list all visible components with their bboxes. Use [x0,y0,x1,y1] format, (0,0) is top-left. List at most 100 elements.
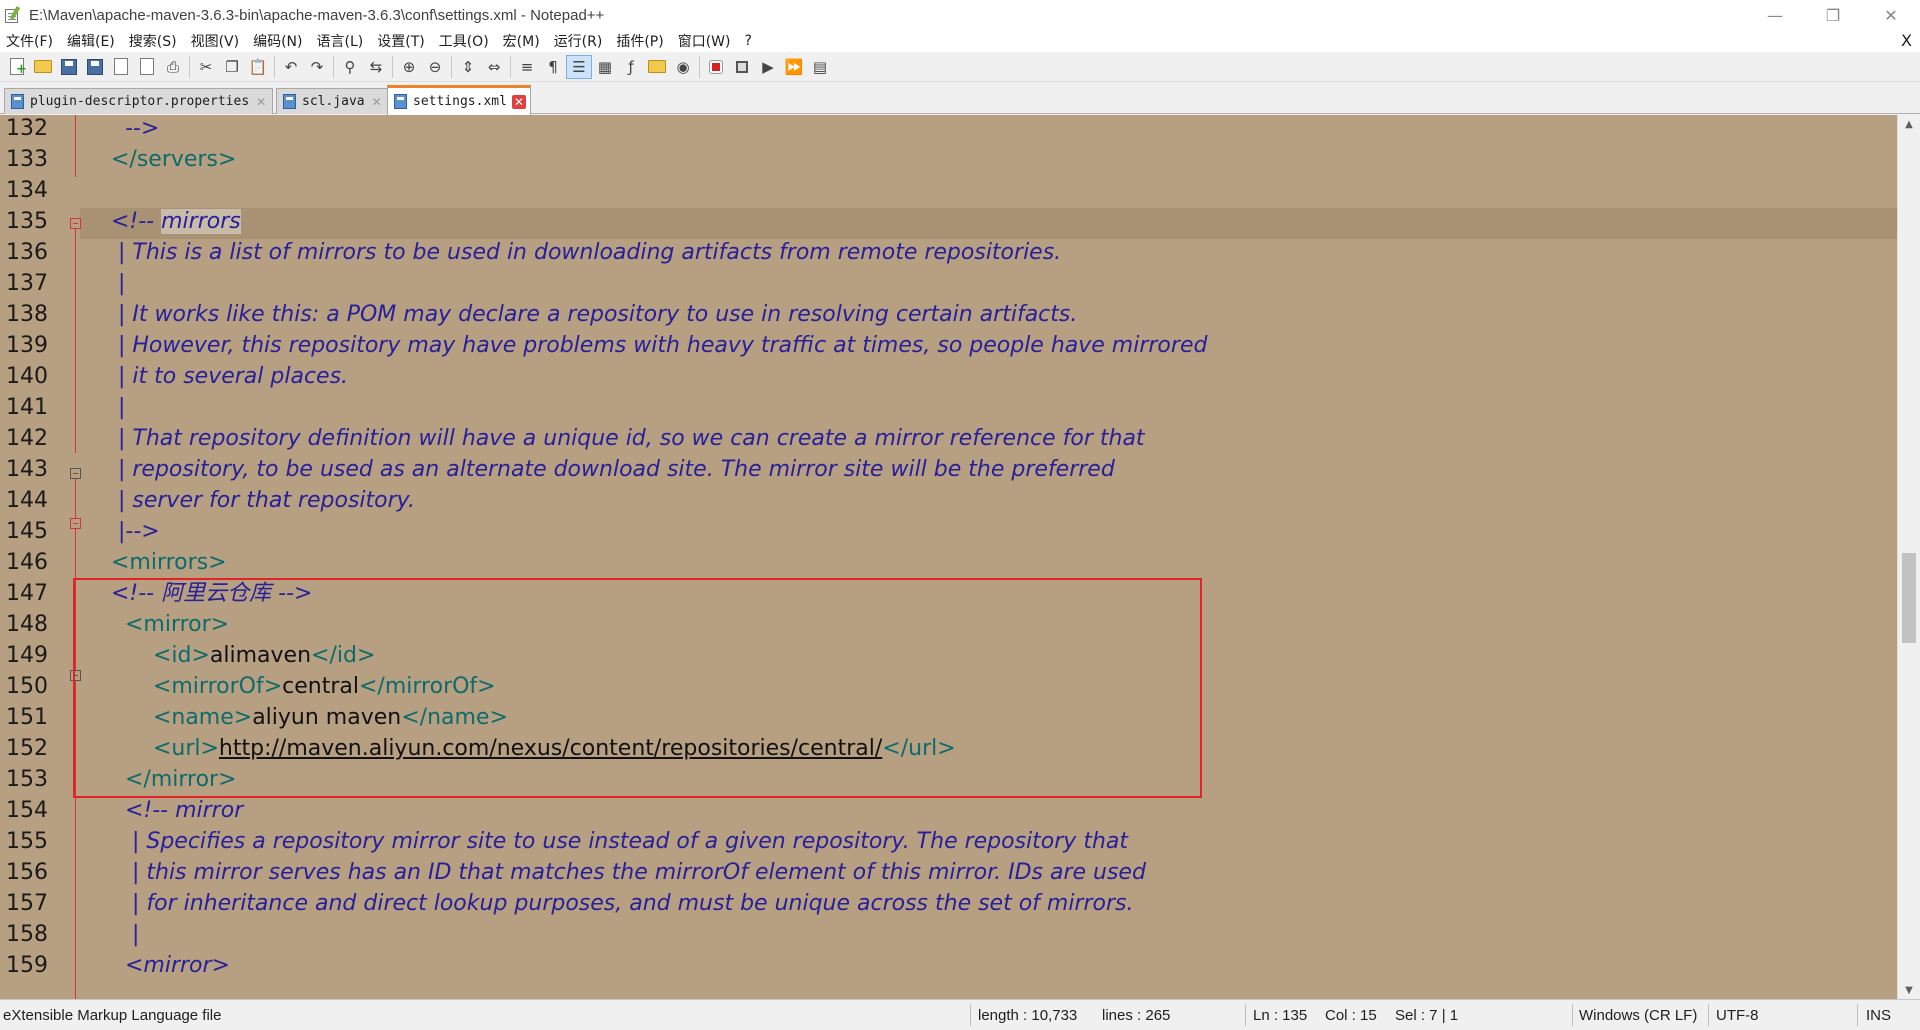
code-token: <!-- [97,209,162,234]
code-token: | That repository definition will have a… [97,426,1145,451]
file-saved-icon [11,94,24,109]
code-line[interactable]: 158 | [0,919,1900,950]
restore-button[interactable]: ❐ [1804,0,1862,30]
menu-macro[interactable]: 宏(M) [503,31,540,51]
zoom-in-icon[interactable]: ⊕ [396,55,422,79]
menu-help[interactable]: ? [745,33,752,49]
show-all-chars-icon[interactable]: ¶ [540,55,566,79]
code-line[interactable]: 139 | However, this repository may have … [0,330,1900,361]
code-text: <mirrors> [97,547,227,578]
menu-file[interactable]: 文件(F) [6,31,53,51]
tab-close-icon[interactable]: ✕ [254,95,268,109]
menu-language[interactable]: 语言(L) [317,31,364,51]
new-file-icon[interactable] [4,55,30,79]
code-token: | [97,395,126,420]
save-macro-icon[interactable]: ▤ [807,55,833,79]
code-line[interactable]: 159 <mirror> [0,950,1900,981]
minimize-button[interactable]: — [1746,0,1804,30]
close-window-button[interactable]: ✕ [1862,0,1920,30]
status-encoding: UTF-8 [1716,1007,1759,1024]
code-token: <mirrors> [97,550,227,575]
code-line[interactable]: 140 | it to several places. [0,361,1900,392]
tab-plugin-descriptor[interactable]: plugin-descriptor.properties ✕ [4,88,274,114]
save-all-icon[interactable] [82,55,108,79]
code-token: | It works like this: a POM may declare … [97,302,1078,327]
code-line[interactable]: 134 [0,175,1900,206]
scroll-up-icon[interactable]: ▲ [1898,115,1920,133]
code-token: </servers> [97,147,237,172]
run-multiple-icon[interactable]: ⏩ [781,55,807,79]
code-line[interactable]: 155 | Specifies a repository mirror site… [0,826,1900,857]
code-line[interactable]: 142 | That repository definition will ha… [0,423,1900,454]
redo-icon[interactable]: ↷ [304,55,330,79]
cut-icon[interactable]: ✂ [193,55,219,79]
code-line[interactable]: 137 | [0,268,1900,299]
save-icon[interactable] [56,55,82,79]
code-token: | [97,271,126,296]
menu-edit[interactable]: 编辑(E) [67,31,115,51]
sync-horizontal-icon[interactable]: ⇔ [481,55,507,79]
close-icon[interactable] [108,55,134,79]
copy-icon[interactable]: ❐ [219,55,245,79]
indent-guide-icon[interactable]: ☰ [566,54,592,79]
notepadpp-window: E:\Maven\apache-maven-3.6.3-bin\apache-m… [0,0,1920,1030]
status-mode: INS [1866,1007,1892,1024]
menu-run[interactable]: 运行(R) [554,31,603,51]
code-line[interactable]: 141 | [0,392,1900,423]
menu-encoding[interactable]: 编码(N) [253,31,302,51]
menu-plugins[interactable]: 插件(P) [616,31,663,51]
function-list-icon[interactable]: ƒ [618,55,644,79]
tab-close-icon[interactable]: ✕ [370,95,384,109]
paste-icon[interactable]: 📋 [245,55,271,79]
replace-icon[interactable]: ⇆ [363,55,389,79]
find-icon[interactable]: ⚲ [337,55,363,79]
code-line[interactable]: 144 | server for that repository. [0,485,1900,516]
menu-search[interactable]: 搜索(S) [129,31,177,51]
scroll-down-icon[interactable]: ▼ [1898,981,1920,999]
code-line[interactable]: 146 <mirrors> [0,547,1900,578]
status-separator [1857,1004,1858,1026]
zoom-out-icon[interactable]: ⊖ [422,55,448,79]
code-line[interactable]: 157 | for inheritance and direct lookup … [0,888,1900,919]
code-editor[interactable]: 132 --> 133 </servers> 134 135 <!-- mirrors… [0,115,1900,999]
menu-tools[interactable]: 工具(O) [439,31,489,51]
doc-map-icon[interactable]: ▦ [592,55,618,79]
code-text: | That repository definition will have a… [97,423,1145,454]
code-line[interactable]: 136 | This is a list of mirrors to be us… [0,237,1900,268]
scrollbar-thumb[interactable] [1902,553,1916,643]
word-wrap-icon[interactable]: ≡ [514,55,540,79]
stop-record-icon[interactable] [729,55,755,79]
code-line[interactable]: 143 | repository, to be used as an alter… [0,454,1900,485]
status-col: Col : 15 [1325,1007,1377,1024]
open-folder-icon[interactable] [30,55,56,79]
print-icon[interactable]: ⎙ [160,55,186,79]
code-line[interactable]: 135 <!-- mirrors [0,206,1900,237]
menu-settings[interactable]: 设置(T) [377,31,424,51]
code-line[interactable]: 133 </servers> [0,144,1900,175]
code-token: mirrors [161,209,241,234]
menu-window[interactable]: 窗口(W) [678,31,731,51]
line-number: 135 [6,209,48,234]
line-number: 134 [6,178,48,203]
code-line[interactable]: 138 | It works like this: a POM may decl… [0,299,1900,330]
status-bar: eXtensible Markup Language file length :… [0,999,1920,1030]
menu-view[interactable]: 视图(V) [191,31,240,51]
tab-settings-xml[interactable]: settings.xml ✕ [387,85,531,115]
sync-vertical-icon[interactable]: ⇕ [455,55,481,79]
code-line[interactable]: 132 --> [0,115,1900,144]
close-document-button[interactable]: X [1901,31,1912,50]
play-macro-icon[interactable]: ▶ [755,55,781,79]
line-number: 141 [6,395,48,420]
tab-scl-java[interactable]: scl.java ✕ [276,88,389,114]
undo-icon[interactable]: ↶ [278,55,304,79]
record-macro-icon[interactable] [703,55,729,79]
tab-close-icon[interactable]: ✕ [511,94,526,109]
code-line[interactable]: 145 |--> [0,516,1900,547]
vertical-scrollbar[interactable]: ▲ ▼ [1897,115,1920,999]
folder-workspace-icon[interactable] [644,55,670,79]
close-all-icon[interactable] [134,55,160,79]
code-text: </servers> [97,144,236,175]
code-line[interactable]: 154 <!-- mirror [0,795,1900,826]
code-line[interactable]: 156 | this mirror serves has an ID that … [0,857,1900,888]
monitoring-icon[interactable]: ◉ [670,55,696,79]
